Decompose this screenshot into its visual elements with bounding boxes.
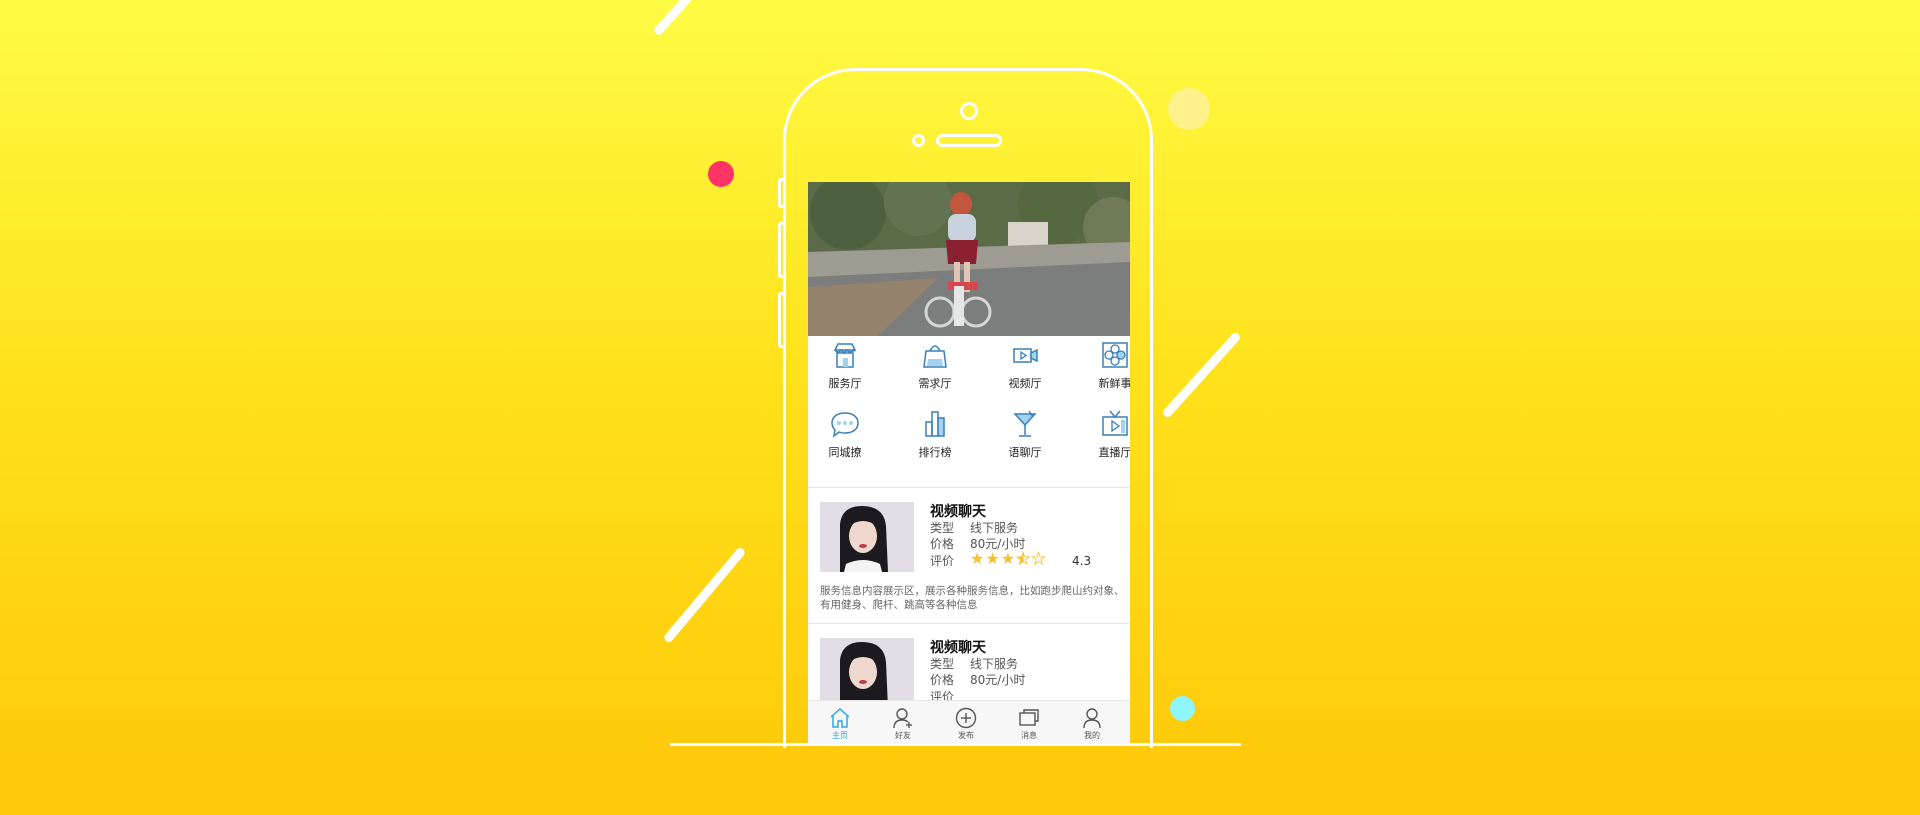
star-empty-icon: ★ (1031, 549, 1047, 569)
phone-volume-up (778, 222, 783, 278)
tab-label: 发布 (958, 731, 974, 740)
ranking-bars-icon (925, 411, 945, 437)
flower-icon (1102, 342, 1128, 368)
avatar-portrait (820, 502, 914, 572)
decor-line-right (1161, 331, 1242, 419)
user-icon (1083, 708, 1101, 729)
cocktail-glass-icon (1013, 410, 1037, 437)
phone-front-camera (960, 102, 978, 120)
decor-dot-faint (1168, 88, 1210, 130)
decor-dot-cyan (1170, 696, 1195, 721)
price-value: 80元/小时 (970, 673, 1026, 687)
category-grid: 服务厅 需求厅 视频厅 新鲜事 同城撩 排行榜 语聊厅 直播厅 (808, 339, 1130, 483)
grid-label: 视频厅 (1008, 377, 1042, 390)
plus-circle-icon (955, 707, 977, 729)
bottom-tab-bar: 主页 好友 发布 消息 我的 (808, 700, 1130, 744)
type-label: 类型 (930, 657, 955, 671)
star-full-icon: ★ (985, 549, 1001, 568)
avatar (820, 638, 914, 708)
service-card[interactable]: 视频聊天 类型 线下服务 价格 80元/小时 评价 (808, 624, 1130, 708)
grid-item-news[interactable]: 新鲜事 (1075, 339, 1130, 391)
banner-image[interactable] (808, 182, 1130, 336)
phone-mute-switch (778, 178, 783, 208)
grid-label: 直播厅 (1098, 446, 1131, 459)
grid-item-local-chat[interactable]: 同城撩 (808, 408, 885, 460)
price-label: 价格 (930, 673, 955, 687)
chat-bubble-icon (831, 412, 859, 438)
type-value: 线下服务 (970, 657, 1019, 671)
card-rating-row: 评价 (930, 552, 970, 569)
grid-item-live[interactable]: 直播厅 (1075, 408, 1130, 460)
shopping-bag-icon (923, 345, 947, 368)
phone-volume-down (778, 292, 783, 348)
grid-item-video-hall[interactable]: 视频厅 (985, 339, 1065, 391)
price-label: 价格 (930, 537, 955, 551)
grid-label: 新鲜事 (1098, 377, 1131, 390)
grid-label: 同城撩 (828, 446, 862, 459)
tab-label: 主页 (832, 731, 848, 740)
video-camera-icon (1013, 348, 1038, 363)
grid-label: 服务厅 (828, 377, 862, 390)
decor-dot-pink (708, 161, 734, 187)
grid-label: 排行榜 (918, 446, 952, 459)
tv-icon (1102, 410, 1128, 436)
grid-item-service-hall[interactable]: 服务厅 (808, 339, 885, 391)
card-title: 视频聊天 (930, 640, 986, 656)
rating-label: 评价 (930, 554, 955, 568)
type-value: 线下服务 (970, 521, 1019, 535)
card-type-row: 类型 线下服务 (930, 519, 1018, 536)
rating-stars: ★★★★★ (970, 549, 1047, 569)
type-label: 类型 (930, 521, 955, 535)
tab-friends[interactable]: 好友 (873, 707, 933, 741)
home-icon (830, 707, 850, 728)
tab-publish[interactable]: 发布 (936, 707, 996, 741)
app-screen: 服务厅 需求厅 视频厅 新鲜事 同城撩 排行榜 语聊厅 直播厅 视频聊天 类型 … (808, 182, 1130, 744)
service-card[interactable]: 视频聊天 类型 线下服务 价格 80元/小时 评价 ★★★★★ 4.3 服务信息内容… (808, 488, 1130, 616)
grid-item-ranking[interactable]: 排行榜 (895, 408, 975, 460)
star-full-icon: ★ (1000, 549, 1017, 568)
grid-label: 语聊厅 (1008, 446, 1042, 459)
tab-label: 消息 (1021, 731, 1037, 740)
grid-label: 需求厅 (918, 377, 952, 390)
tab-home[interactable]: 主页 (810, 707, 870, 741)
phone-speaker (936, 134, 1002, 147)
star-half-icon: ★ (1016, 549, 1032, 569)
storefront-icon (833, 343, 857, 368)
add-friend-icon (893, 708, 912, 729)
tab-label: 好友 (895, 731, 911, 740)
card-title: 视频聊天 (930, 504, 986, 520)
avatar (820, 502, 914, 572)
card-description: 服务信息内容展示区，展示各种服务信息，比如跑步爬山约对象、有用健身、爬杆、跳高等… (820, 585, 1125, 611)
banner-photo-illustration (808, 182, 1130, 336)
phone-sensor (912, 134, 925, 147)
rating-score: 4.3 (1072, 554, 1092, 568)
decor-line-left (662, 546, 747, 644)
decor-line-top (652, 0, 693, 37)
avatar-portrait (820, 638, 914, 708)
card-type-row: 类型 线下服务 (930, 655, 1018, 672)
message-icon (1019, 709, 1039, 726)
tab-profile[interactable]: 我的 (1062, 707, 1122, 741)
grid-item-demand-hall[interactable]: 需求厅 (895, 339, 975, 391)
grid-item-voice-chat[interactable]: 语聊厅 (985, 408, 1065, 460)
star-full-icon: ★ (970, 549, 986, 568)
tab-label: 我的 (1084, 731, 1100, 740)
card-price-row: 价格 80元/小时 (930, 671, 1025, 688)
tab-messages[interactable]: 消息 (999, 707, 1059, 741)
